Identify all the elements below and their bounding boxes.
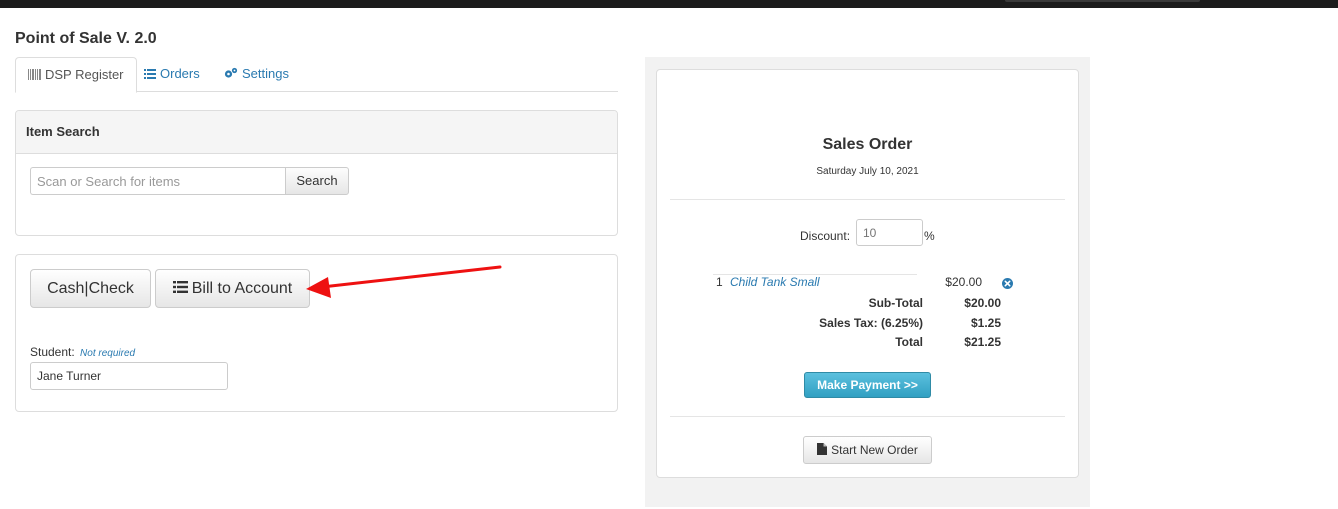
sales-order-card: Sales Order Saturday July 10, 2021 Disco… xyxy=(656,69,1079,478)
start-new-order-button[interactable]: Start New Order xyxy=(803,436,932,464)
subtotal-label: Sub-Total xyxy=(868,296,923,310)
student-label-group: Student: Not required xyxy=(30,345,135,359)
bill-to-account-button[interactable]: Bill to Account xyxy=(155,269,310,308)
student-hint: Not required xyxy=(80,348,136,359)
search-button[interactable]: Search xyxy=(285,167,349,195)
subtotal-value: $20.00 xyxy=(964,296,1001,310)
tab-settings-label: Settings xyxy=(242,66,289,81)
line-item-price: $20.00 xyxy=(945,275,982,289)
total-value: $21.25 xyxy=(964,335,1001,349)
page-title: Point of Sale V. 2.0 xyxy=(15,30,157,47)
list-icon xyxy=(172,270,188,307)
tab-bar: DSP Register Orders Settings xyxy=(15,57,618,93)
list-icon xyxy=(144,58,156,92)
make-payment-button[interactable]: Make Payment >> xyxy=(804,372,931,398)
student-input[interactable] xyxy=(30,362,228,390)
discount-percent-sign: % xyxy=(924,229,935,243)
divider xyxy=(670,199,1065,200)
tab-settings[interactable]: Settings xyxy=(212,57,301,92)
student-label: Student: xyxy=(30,345,75,359)
gears-icon xyxy=(224,58,238,92)
discount-input[interactable] xyxy=(856,219,923,246)
total-label: Total xyxy=(895,335,923,349)
discount-label: Discount: xyxy=(800,229,851,243)
item-search-input[interactable] xyxy=(30,167,286,195)
sales-order-title: Sales Order xyxy=(822,136,913,153)
top-bar-search-tab xyxy=(1005,0,1200,2)
bill-to-account-label: Bill to Account xyxy=(191,280,293,297)
start-new-order-label: Start New Order xyxy=(831,443,918,457)
cash-check-button[interactable]: Cash|Check xyxy=(30,269,151,308)
sales-tax-label: Sales Tax: (6.25%) xyxy=(819,316,923,330)
barcode-icon xyxy=(28,59,41,93)
divider xyxy=(670,416,1065,417)
sales-tax-value: $1.25 xyxy=(970,316,1001,330)
tab-orders[interactable]: Orders xyxy=(132,57,212,92)
remove-circle-icon[interactable] xyxy=(1002,276,1013,294)
tab-orders-label: Orders xyxy=(160,66,200,81)
file-icon xyxy=(817,438,828,464)
item-search-panel: Item Search Search xyxy=(15,110,618,236)
top-bar xyxy=(0,0,1338,8)
annotation-arrow xyxy=(306,265,502,298)
line-item-qty: 1 xyxy=(716,275,723,289)
tab-dsp-register[interactable]: DSP Register xyxy=(15,57,137,93)
item-search-heading: Item Search xyxy=(16,111,617,154)
tab-dsp-register-label: DSP Register xyxy=(45,67,124,82)
sales-order-date: Saturday July 10, 2021 xyxy=(816,166,919,177)
line-item-name-link[interactable]: Child Tank Small xyxy=(730,275,820,289)
